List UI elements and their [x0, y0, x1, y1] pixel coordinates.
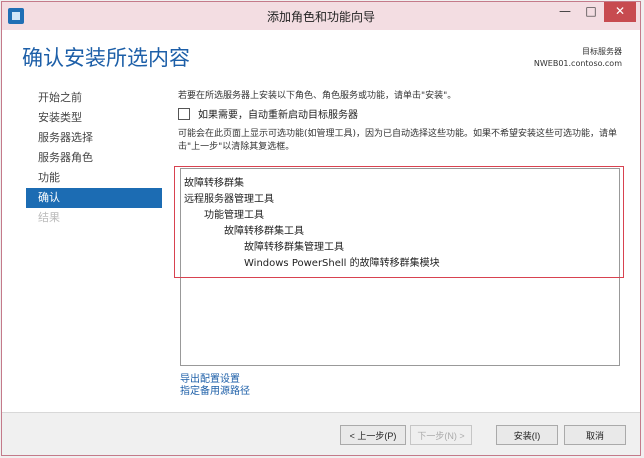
- intro-text: 若要在所选服务器上安装以下角色、角色服务或功能，请单击"安装"。: [178, 91, 457, 101]
- previous-button[interactable]: < 上一步(P): [340, 425, 406, 445]
- step-installation-type[interactable]: 安装类型: [26, 108, 162, 128]
- links: 导出配置设置 指定备用源路径: [180, 374, 250, 398]
- cancel-button[interactable]: 取消: [564, 425, 626, 445]
- page-title: 确认安装所选内容: [22, 46, 190, 70]
- alternate-source-link[interactable]: 指定备用源路径: [180, 386, 250, 398]
- step-results: 结果: [38, 211, 60, 224]
- wizard-window: 添加角色和功能向导 — □ ✕ 确认安装所选内容 目标服务器 NWEB01.co…: [1, 1, 641, 456]
- title-bar: 添加角色和功能向导 — □ ✕: [2, 2, 640, 30]
- restart-option[interactable]: 如果需要，自动重新启动目标服务器: [178, 106, 358, 121]
- restart-label: 如果需要，自动重新启动目标服务器: [198, 110, 358, 121]
- step-server-selection[interactable]: 服务器选择: [26, 128, 162, 148]
- export-config-link[interactable]: 导出配置设置: [180, 374, 250, 386]
- next-button: 下一步(N) >: [410, 425, 472, 445]
- window-title: 添加角色和功能向导: [266, 10, 375, 24]
- step-confirmation[interactable]: 确认: [26, 188, 162, 208]
- wizard-footer: < 上一步(P) 下一步(N) > 安装(I) 取消: [2, 412, 640, 455]
- install-button[interactable]: 安装(I): [496, 425, 558, 445]
- target-server-value: NWEB01.contoso.com: [533, 59, 622, 68]
- target-server: 目标服务器 NWEB01.contoso.com: [534, 46, 622, 70]
- wizard-steps: 开始之前 安装类型 服务器选择 服务器角色 功能 确认 结果: [26, 88, 162, 228]
- maximize-button[interactable]: □: [578, 2, 604, 22]
- close-button[interactable]: ✕: [604, 2, 636, 22]
- optional-features-note: 可能会在此页面上显示可选功能(如管理工具)，因为已自动选择这些功能。如果不希望安…: [178, 129, 618, 152]
- feature-failover-clustering: 故障转移群集: [184, 178, 244, 189]
- step-server-roles[interactable]: 服务器角色: [26, 148, 162, 168]
- feature-remote-admin-tools: 远程服务器管理工具: [184, 194, 274, 205]
- step-before-you-begin[interactable]: 开始之前: [26, 88, 162, 108]
- feature-failover-clustering-tools: 故障转移群集工具: [224, 226, 304, 237]
- target-server-label: 目标服务器: [582, 47, 622, 56]
- feature-powershell-module: Windows PowerShell 的故障转移群集模块: [244, 258, 440, 269]
- step-features[interactable]: 功能: [26, 168, 162, 188]
- confirmation-content: 若要在所选服务器上安装以下角色、角色服务或功能，请单击"安装"。 如果需要，自动…: [178, 86, 618, 152]
- minimize-button[interactable]: —: [552, 2, 578, 22]
- restart-checkbox[interactable]: [178, 107, 190, 120]
- feature-admin-tools: 功能管理工具: [204, 210, 264, 221]
- feature-failover-cluster-management-tools: 故障转移群集管理工具: [244, 242, 344, 253]
